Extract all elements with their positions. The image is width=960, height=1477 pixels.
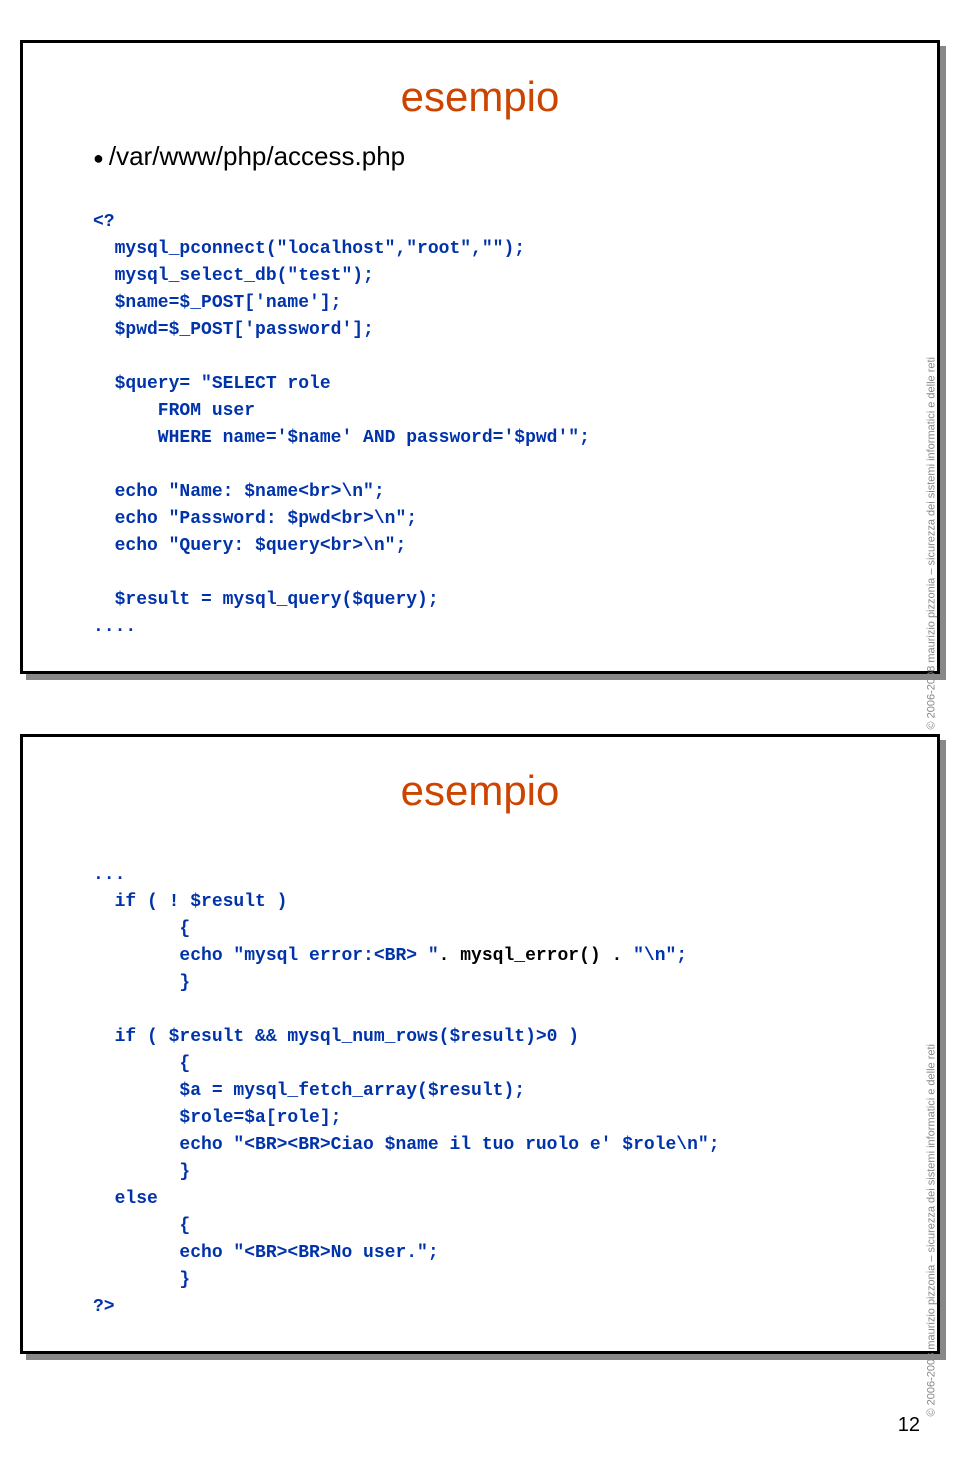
code-line: echo "<BR><BR>No user."; xyxy=(93,1243,439,1263)
slide-2: esempio ... if ( ! $result ) { echo "mys… xyxy=(20,734,940,1354)
code-line: mysql_pconnect("localhost","root",""); xyxy=(93,239,525,259)
copyright-text: © 2006-2008 maurizio pizzonia – sicurezz… xyxy=(925,1044,937,1417)
code-line: } xyxy=(93,973,190,993)
code-block-2: ... if ( ! $result ) { echo "mysql error… xyxy=(93,835,897,1321)
code-line: <? xyxy=(93,212,115,232)
code-part: echo "mysql error:<BR> " xyxy=(93,946,439,966)
code-line: echo "Name: $name<br>\n"; xyxy=(93,482,385,502)
code-line: .... xyxy=(93,617,136,637)
code-line: $a = mysql_fetch_array($result); xyxy=(93,1081,525,1101)
code-line: echo "Password: $pwd<br>\n"; xyxy=(93,509,417,529)
slide-title: esempio xyxy=(63,73,897,121)
code-line: ?> xyxy=(93,1297,115,1317)
code-line: echo "mysql error:<BR> ". mysql_error() … xyxy=(93,946,687,966)
code-line: $role=$a[role]; xyxy=(93,1108,341,1128)
page-number: 12 xyxy=(20,1414,940,1437)
code-part: "\n"; xyxy=(622,946,687,966)
code-line: WHERE name='$name' AND password='$pwd'"; xyxy=(93,428,590,448)
code-line: $query= "SELECT role xyxy=(93,374,341,394)
code-line: ... xyxy=(93,865,125,885)
code-line: $name=$_POST['name']; xyxy=(93,293,341,313)
code-line: { xyxy=(93,1216,190,1236)
code-part: . mysql_error() . xyxy=(439,946,623,966)
copyright-text: © 2006-2008 maurizio pizzonia – sicurezz… xyxy=(925,357,937,730)
code-line: if ( $result && mysql_num_rows($result)>… xyxy=(93,1027,579,1047)
code-line: if ( ! $result ) xyxy=(93,892,287,912)
code-line: mysql_select_db("test"); xyxy=(93,266,374,286)
code-block-1: <? mysql_pconnect("localhost","root","")… xyxy=(93,182,897,641)
slide-1: esempio /var/www/php/access.php <? mysql… xyxy=(20,40,940,674)
slide-title: esempio xyxy=(63,767,897,815)
code-line: { xyxy=(93,919,190,939)
code-line: FROM user xyxy=(93,401,266,421)
file-path: /var/www/php/access.php xyxy=(93,141,897,172)
code-line: } xyxy=(93,1162,190,1182)
code-line: else xyxy=(93,1189,158,1209)
code-line: $pwd=$_POST['password']; xyxy=(93,320,374,340)
code-line: echo "Query: $query<br>\n"; xyxy=(93,536,406,556)
code-line: echo "<BR><BR>Ciao $name il tuo ruolo e'… xyxy=(93,1135,720,1155)
code-line: $result = mysql_query($query); xyxy=(93,590,439,610)
code-line: } xyxy=(93,1270,190,1290)
code-line: { xyxy=(93,1054,190,1074)
